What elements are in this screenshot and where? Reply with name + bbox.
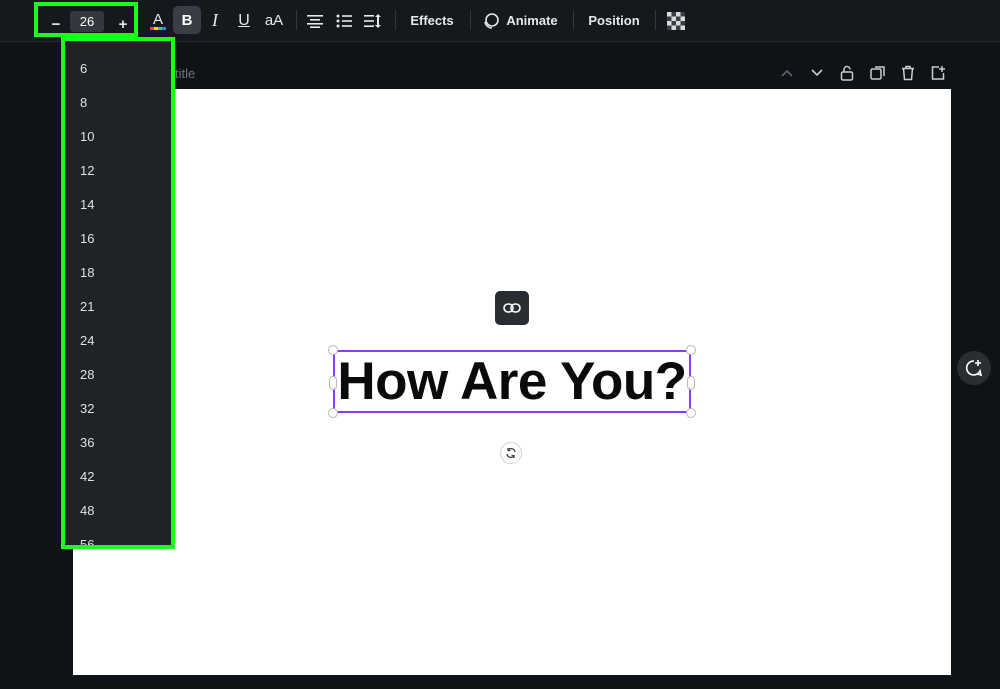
line-spacing-icon <box>364 13 381 28</box>
toolbar-divider <box>470 10 471 30</box>
font-size-input[interactable]: 26 <box>70 11 104 32</box>
toolbar-divider <box>395 10 396 30</box>
comment-add-icon <box>965 360 983 377</box>
font-size-option[interactable]: 42 <box>80 469 94 484</box>
font-size-option[interactable]: 18 <box>80 265 94 280</box>
bold-label: B <box>181 11 193 29</box>
link-button[interactable] <box>495 291 529 325</box>
link-icon <box>503 303 521 313</box>
bullet-list-icon <box>336 14 352 27</box>
font-size-option[interactable]: 32 <box>80 401 94 416</box>
text-color-button[interactable]: A <box>146 0 170 41</box>
add-comment-button[interactable] <box>957 351 991 385</box>
spacing-button[interactable] <box>362 0 384 41</box>
resize-handle-top-left[interactable] <box>328 345 338 355</box>
text-color-icon: A <box>150 11 166 30</box>
align-center-icon <box>307 14 323 28</box>
font-size-option[interactable]: 14 <box>80 197 94 212</box>
font-size-option[interactable]: 24 <box>80 333 94 348</box>
lock-icon[interactable] <box>838 64 856 82</box>
toolbar-divider <box>655 10 656 30</box>
bold-button[interactable]: B <box>173 6 201 34</box>
font-size-control: − 26 + <box>34 2 138 37</box>
resize-handle-left[interactable] <box>329 376 337 390</box>
transparency-icon <box>667 11 685 30</box>
rotate-handle[interactable] <box>500 442 522 464</box>
decrease-font-size-button[interactable]: − <box>46 13 66 35</box>
selection-box <box>333 350 691 413</box>
font-size-option[interactable]: 10 <box>80 129 94 144</box>
letter-case-button[interactable]: aA <box>261 0 287 41</box>
font-size-dropdown: 6 8 10 12 14 16 18 21 24 28 32 36 42 48 … <box>61 37 175 549</box>
font-size-option[interactable]: 12 <box>80 163 94 178</box>
chevron-up-icon[interactable] <box>778 64 796 82</box>
transparency-button[interactable] <box>664 0 688 41</box>
resize-handle-right[interactable] <box>687 376 695 390</box>
toolbar-divider <box>296 10 297 30</box>
add-page-icon[interactable] <box>929 64 947 82</box>
underline-button[interactable]: U <box>233 0 255 41</box>
animate-icon <box>484 12 500 29</box>
increase-font-size-button[interactable]: + <box>113 13 133 35</box>
duplicate-icon[interactable] <box>869 64 887 82</box>
trash-icon[interactable] <box>899 64 917 82</box>
list-button[interactable] <box>333 0 355 41</box>
rotate-icon <box>506 447 516 459</box>
italic-button[interactable]: I <box>204 0 226 41</box>
page-title-input[interactable]: title <box>175 66 195 81</box>
position-button[interactable]: Position <box>583 0 645 41</box>
font-size-option[interactable]: 28 <box>80 367 94 382</box>
font-size-option[interactable]: 6 <box>80 61 87 76</box>
animate-button[interactable]: Animate <box>480 0 560 41</box>
font-size-option[interactable]: 8 <box>80 95 87 110</box>
effects-button[interactable]: Effects <box>404 0 460 41</box>
resize-handle-bottom-right[interactable] <box>686 408 696 418</box>
text-toolbar: − 26 + A B I U aA Effects Animate Positi… <box>0 0 1000 42</box>
animate-label: Animate <box>506 13 558 28</box>
font-size-option[interactable]: 16 <box>80 231 94 246</box>
resize-handle-bottom-left[interactable] <box>328 408 338 418</box>
font-size-option[interactable]: 36 <box>80 435 94 450</box>
resize-handle-top-right[interactable] <box>686 345 696 355</box>
font-size-option[interactable]: 56 <box>80 537 94 545</box>
font-size-option[interactable]: 21 <box>80 299 94 314</box>
toolbar-divider <box>573 10 574 30</box>
align-button[interactable] <box>304 0 326 41</box>
font-size-option[interactable]: 48 <box>80 503 94 518</box>
chevron-down-icon[interactable] <box>808 64 826 82</box>
italic-label: I <box>212 10 218 30</box>
letter-case-label: aA <box>264 12 284 29</box>
svg-text:A: A <box>153 11 163 28</box>
underline-label: U <box>238 11 250 29</box>
